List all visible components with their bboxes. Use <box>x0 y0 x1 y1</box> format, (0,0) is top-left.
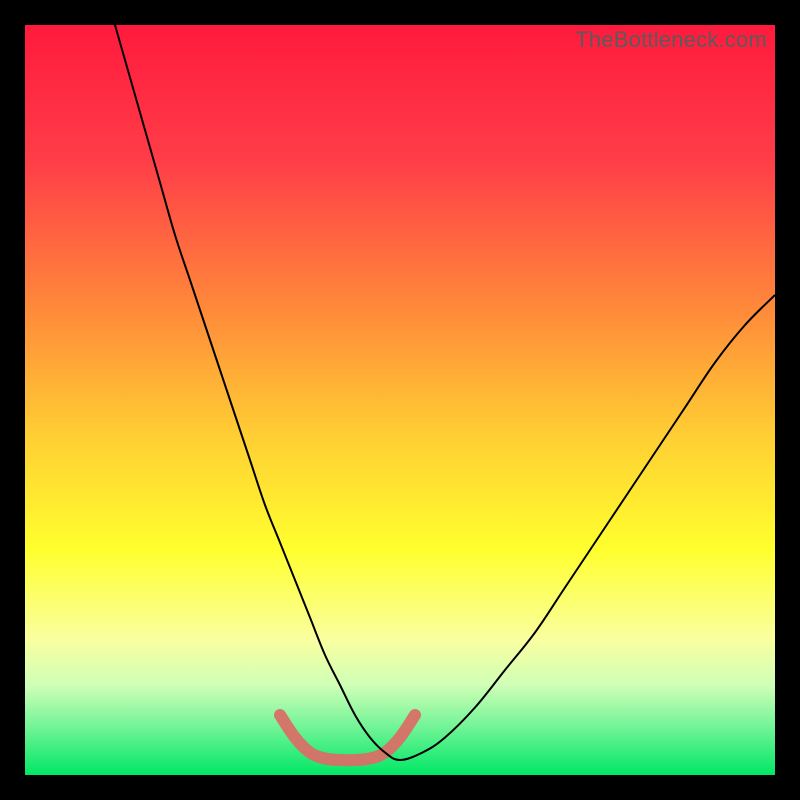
good-range-band <box>280 715 415 760</box>
chart-frame: TheBottleneck.com <box>0 0 800 800</box>
watermark-label: TheBottleneck.com <box>575 27 767 53</box>
bottleneck-curve <box>115 25 775 760</box>
curve-layer <box>25 25 775 775</box>
plot-area: TheBottleneck.com <box>25 25 775 775</box>
